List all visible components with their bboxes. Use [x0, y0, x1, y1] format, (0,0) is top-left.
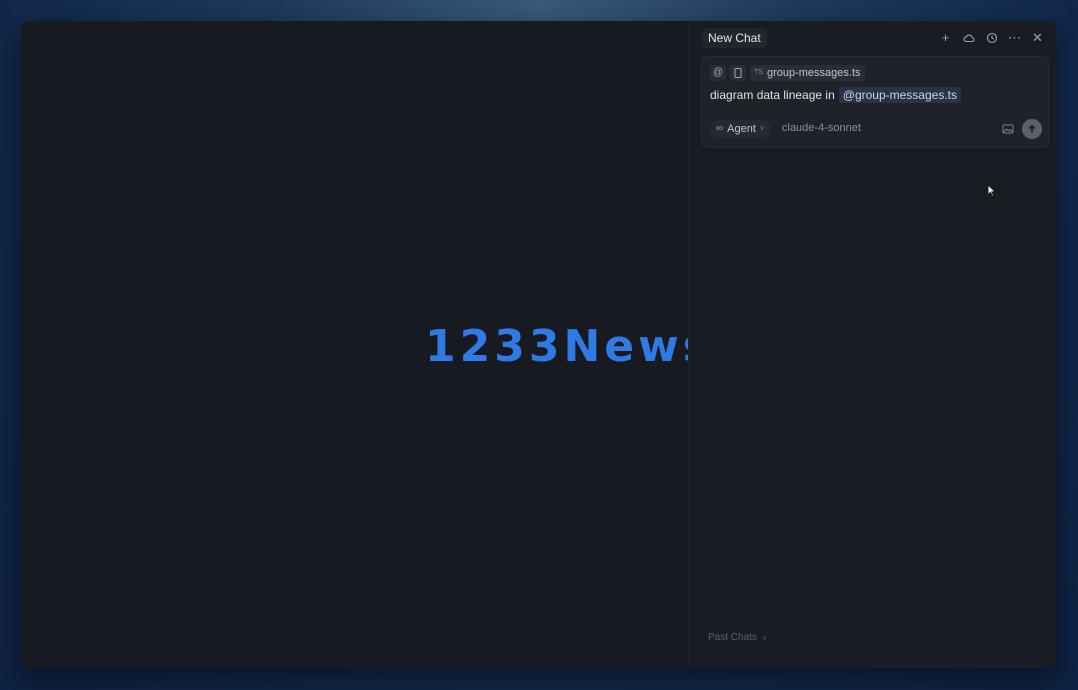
composer-footer: ∞ Agent ˅ claude-4-sonnet: [710, 119, 1042, 139]
tab-new-chat[interactable]: New Chat: [702, 28, 767, 48]
ellipsis-icon: ⋯: [1008, 30, 1021, 45]
prompt-input[interactable]: diagram data lineage in @group-messages.…: [710, 87, 961, 103]
context-file-name: group-messages.ts: [766, 67, 861, 79]
attach-file-button[interactable]: [730, 65, 746, 81]
mode-label: Agent: [727, 123, 756, 135]
close-icon: ✕: [1032, 30, 1043, 45]
send-button[interactable]: [1022, 119, 1042, 139]
new-chat-button[interactable]: +: [938, 29, 953, 47]
header-actions: + ⋯ ✕: [938, 29, 1045, 47]
watermark-logo: 1233News: [425, 321, 713, 372]
typescript-icon: TS: [754, 69, 763, 76]
file-icon: [734, 68, 742, 78]
chat-header: New Chat + ⋯ ✕: [689, 21, 1056, 55]
editor-area[interactable]: 1233News: [21, 21, 709, 668]
more-options-button[interactable]: ⋯: [1007, 29, 1022, 47]
model-selector[interactable]: claude-4-sonnet: [782, 122, 861, 134]
arrow-up-icon: [1028, 124, 1036, 133]
past-chats-label: Past Chats: [708, 632, 757, 643]
mode-selector[interactable]: ∞ Agent ˅: [710, 120, 771, 138]
plus-icon: +: [941, 30, 950, 45]
app-window: 1233News New Chat + ⋯ ✕ @ TS group-messa…: [21, 21, 1056, 668]
at-sign-icon: @: [712, 67, 724, 78]
past-chats-link[interactable]: Past Chats ›: [708, 632, 766, 643]
prompt-text: diagram data lineage in: [710, 88, 835, 102]
chat-composer[interactable]: @ TS group-messages.ts diagram data line…: [701, 56, 1049, 148]
chat-panel: New Chat + ⋯ ✕ @ TS group-messages.ts di…: [688, 21, 1056, 668]
mouse-cursor-icon: [987, 184, 996, 197]
chevron-right-icon: ›: [762, 632, 767, 643]
background-agent-button[interactable]: [961, 29, 976, 47]
chevron-down-icon: ˅: [759, 124, 765, 133]
history-icon: [986, 32, 997, 44]
image-upload-icon[interactable]: [1002, 123, 1014, 135]
close-panel-button[interactable]: ✕: [1030, 29, 1045, 47]
chat-history-button[interactable]: [984, 29, 999, 47]
cloud-icon: [962, 34, 974, 43]
context-row: @ TS group-messages.ts: [710, 65, 865, 81]
context-file-chip[interactable]: TS group-messages.ts: [750, 65, 865, 81]
add-context-button[interactable]: @: [710, 65, 726, 81]
infinity-icon: ∞: [716, 123, 724, 134]
prompt-file-mention[interactable]: @group-messages.ts: [838, 87, 961, 103]
